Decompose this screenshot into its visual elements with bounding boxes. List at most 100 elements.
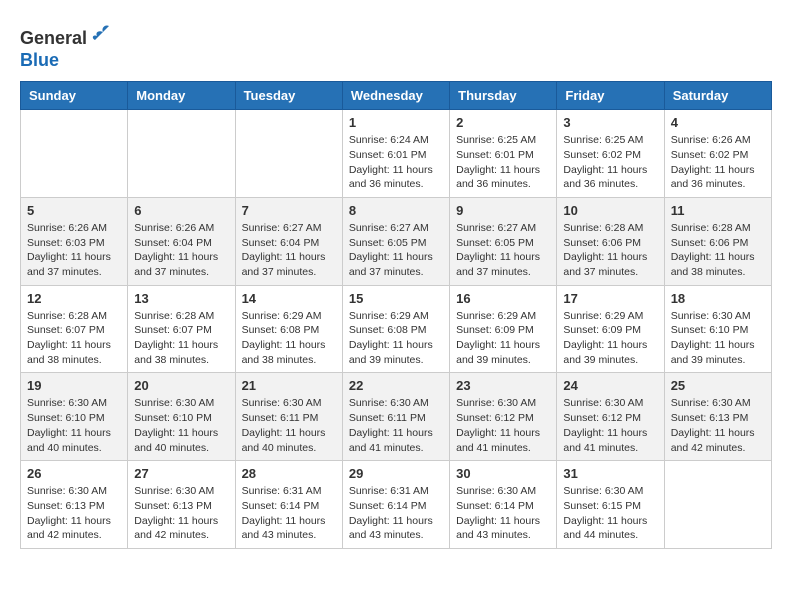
logo: General Blue	[20, 20, 113, 71]
day-info: Sunrise: 6:30 AM Sunset: 6:12 PM Dayligh…	[456, 396, 550, 455]
calendar-header-friday: Friday	[557, 82, 664, 110]
logo-blue: Blue	[20, 50, 59, 70]
day-info: Sunrise: 6:26 AM Sunset: 6:04 PM Dayligh…	[134, 221, 228, 280]
calendar-cell: 22 Sunrise: 6:30 AM Sunset: 6:11 PM Dayli…	[342, 373, 449, 461]
calendar-cell: 23 Sunrise: 6:30 AM Sunset: 6:12 PM Dayli…	[450, 373, 557, 461]
calendar-cell: 19Sunrise: 6:30 AM Sunset: 6:10 PM Dayli…	[21, 373, 128, 461]
calendar-header-row: SundayMondayTuesdayWednesdayThursdayFrid…	[21, 82, 772, 110]
calendar-cell: 31 Sunrise: 6:30 AM Sunset: 6:15 PM Dayli…	[557, 461, 664, 549]
day-number: 8	[349, 203, 443, 218]
calendar-cell: 13 Sunrise: 6:28 AM Sunset: 6:07 PM Dayli…	[128, 285, 235, 373]
calendar-cell: 28 Sunrise: 6:31 AM Sunset: 6:14 PM Dayli…	[235, 461, 342, 549]
calendar-cell: 16 Sunrise: 6:29 AM Sunset: 6:09 PM Dayli…	[450, 285, 557, 373]
calendar-cell: 21 Sunrise: 6:30 AM Sunset: 6:11 PM Dayli…	[235, 373, 342, 461]
logo-bird-icon	[89, 20, 113, 44]
day-info: Sunrise: 6:27 AM Sunset: 6:05 PM Dayligh…	[349, 221, 443, 280]
calendar-cell: 29 Sunrise: 6:31 AM Sunset: 6:14 PM Dayli…	[342, 461, 449, 549]
day-number: 28	[242, 466, 336, 481]
calendar-cell: 14 Sunrise: 6:29 AM Sunset: 6:08 PM Dayli…	[235, 285, 342, 373]
day-number: 24	[563, 378, 657, 393]
day-info: Sunrise: 6:27 AM Sunset: 6:05 PM Dayligh…	[456, 221, 550, 280]
calendar-week-row: 1 Sunrise: 6:24 AM Sunset: 6:01 PM Daylig…	[21, 110, 772, 198]
day-info: Sunrise: 6:31 AM Sunset: 6:14 PM Dayligh…	[242, 484, 336, 543]
day-number: 1	[349, 115, 443, 130]
day-number: 23	[456, 378, 550, 393]
day-info: Sunrise: 6:25 AM Sunset: 6:02 PM Dayligh…	[563, 133, 657, 192]
day-info: Sunrise: 6:30 AM Sunset: 6:10 PM Dayligh…	[134, 396, 228, 455]
calendar-cell: 5Sunrise: 6:26 AM Sunset: 6:03 PM Daylig…	[21, 197, 128, 285]
day-number: 31	[563, 466, 657, 481]
day-info: Sunrise: 6:29 AM Sunset: 6:09 PM Dayligh…	[563, 309, 657, 368]
calendar-cell: 9Sunrise: 6:27 AM Sunset: 6:05 PM Daylig…	[450, 197, 557, 285]
day-number: 10	[563, 203, 657, 218]
day-number: 27	[134, 466, 228, 481]
day-number: 6	[134, 203, 228, 218]
day-number: 14	[242, 291, 336, 306]
day-number: 2	[456, 115, 550, 130]
day-number: 17	[563, 291, 657, 306]
day-info: Sunrise: 6:30 AM Sunset: 6:11 PM Dayligh…	[242, 396, 336, 455]
day-info: Sunrise: 6:25 AM Sunset: 6:01 PM Dayligh…	[456, 133, 550, 192]
calendar-cell: 6 Sunrise: 6:26 AM Sunset: 6:04 PM Daylig…	[128, 197, 235, 285]
day-number: 19	[27, 378, 121, 393]
calendar-cell: 10Sunrise: 6:28 AM Sunset: 6:06 PM Dayli…	[557, 197, 664, 285]
day-number: 20	[134, 378, 228, 393]
day-info: Sunrise: 6:29 AM Sunset: 6:09 PM Dayligh…	[456, 309, 550, 368]
day-info: Sunrise: 6:28 AM Sunset: 6:07 PM Dayligh…	[27, 309, 121, 368]
day-number: 11	[671, 203, 765, 218]
day-info: Sunrise: 6:24 AM Sunset: 6:01 PM Dayligh…	[349, 133, 443, 192]
logo-general: General	[20, 28, 87, 48]
day-info: Sunrise: 6:30 AM Sunset: 6:15 PM Dayligh…	[563, 484, 657, 543]
day-number: 12	[27, 291, 121, 306]
day-number: 15	[349, 291, 443, 306]
day-number: 3	[563, 115, 657, 130]
calendar-cell	[128, 110, 235, 198]
calendar-cell: 15 Sunrise: 6:29 AM Sunset: 6:08 PM Dayli…	[342, 285, 449, 373]
calendar-header-wednesday: Wednesday	[342, 82, 449, 110]
day-number: 16	[456, 291, 550, 306]
day-info: Sunrise: 6:30 AM Sunset: 6:13 PM Dayligh…	[671, 396, 765, 455]
day-number: 25	[671, 378, 765, 393]
calendar-cell: 18 Sunrise: 6:30 AM Sunset: 6:10 PM Dayli…	[664, 285, 771, 373]
calendar-cell: 11 Sunrise: 6:28 AM Sunset: 6:06 PM Dayli…	[664, 197, 771, 285]
calendar-cell: 24Sunrise: 6:30 AM Sunset: 6:12 PM Dayli…	[557, 373, 664, 461]
day-number: 4	[671, 115, 765, 130]
calendar-cell: 12 Sunrise: 6:28 AM Sunset: 6:07 PM Dayli…	[21, 285, 128, 373]
calendar-cell: 7 Sunrise: 6:27 AM Sunset: 6:04 PM Daylig…	[235, 197, 342, 285]
day-info: Sunrise: 6:29 AM Sunset: 6:08 PM Dayligh…	[349, 309, 443, 368]
calendar-header-tuesday: Tuesday	[235, 82, 342, 110]
calendar-cell: 25 Sunrise: 6:30 AM Sunset: 6:13 PM Dayli…	[664, 373, 771, 461]
day-number: 22	[349, 378, 443, 393]
calendar-cell	[21, 110, 128, 198]
day-number: 7	[242, 203, 336, 218]
day-number: 30	[456, 466, 550, 481]
day-info: Sunrise: 6:30 AM Sunset: 6:11 PM Dayligh…	[349, 396, 443, 455]
calendar-week-row: 5Sunrise: 6:26 AM Sunset: 6:03 PM Daylig…	[21, 197, 772, 285]
calendar-week-row: 12 Sunrise: 6:28 AM Sunset: 6:07 PM Dayli…	[21, 285, 772, 373]
day-info: Sunrise: 6:29 AM Sunset: 6:08 PM Dayligh…	[242, 309, 336, 368]
calendar-cell: 26Sunrise: 6:30 AM Sunset: 6:13 PM Dayli…	[21, 461, 128, 549]
calendar-cell: 1 Sunrise: 6:24 AM Sunset: 6:01 PM Daylig…	[342, 110, 449, 198]
calendar-header-saturday: Saturday	[664, 82, 771, 110]
calendar-header-monday: Monday	[128, 82, 235, 110]
day-info: Sunrise: 6:28 AM Sunset: 6:07 PM Dayligh…	[134, 309, 228, 368]
calendar-cell: 3 Sunrise: 6:25 AM Sunset: 6:02 PM Daylig…	[557, 110, 664, 198]
page-header: General Blue	[20, 20, 772, 71]
calendar-cell: 4Sunrise: 6:26 AM Sunset: 6:02 PM Daylig…	[664, 110, 771, 198]
calendar-header-sunday: Sunday	[21, 82, 128, 110]
day-info: Sunrise: 6:31 AM Sunset: 6:14 PM Dayligh…	[349, 484, 443, 543]
calendar-week-row: 26Sunrise: 6:30 AM Sunset: 6:13 PM Dayli…	[21, 461, 772, 549]
day-info: Sunrise: 6:26 AM Sunset: 6:03 PM Dayligh…	[27, 221, 121, 280]
day-number: 21	[242, 378, 336, 393]
calendar-cell: 20 Sunrise: 6:30 AM Sunset: 6:10 PM Dayli…	[128, 373, 235, 461]
calendar-cell: 17 Sunrise: 6:29 AM Sunset: 6:09 PM Dayli…	[557, 285, 664, 373]
calendar-cell: 2 Sunrise: 6:25 AM Sunset: 6:01 PM Daylig…	[450, 110, 557, 198]
day-number: 29	[349, 466, 443, 481]
day-number: 26	[27, 466, 121, 481]
calendar-week-row: 19 Sunrise: 6:30 AM Sunset: 6:10 PM Dayli…	[21, 373, 772, 461]
day-info: Sunrise: 6:27 AM Sunset: 6:04 PM Dayligh…	[242, 221, 336, 280]
day-number: 13	[134, 291, 228, 306]
day-info: Sunrise: 6:28 AM Sunset: 6:06 PM Dayligh…	[671, 221, 765, 280]
day-number: 18	[671, 291, 765, 306]
day-info: Sunrise: 6:30 AM Sunset: 6:10 PM Dayligh…	[671, 309, 765, 368]
